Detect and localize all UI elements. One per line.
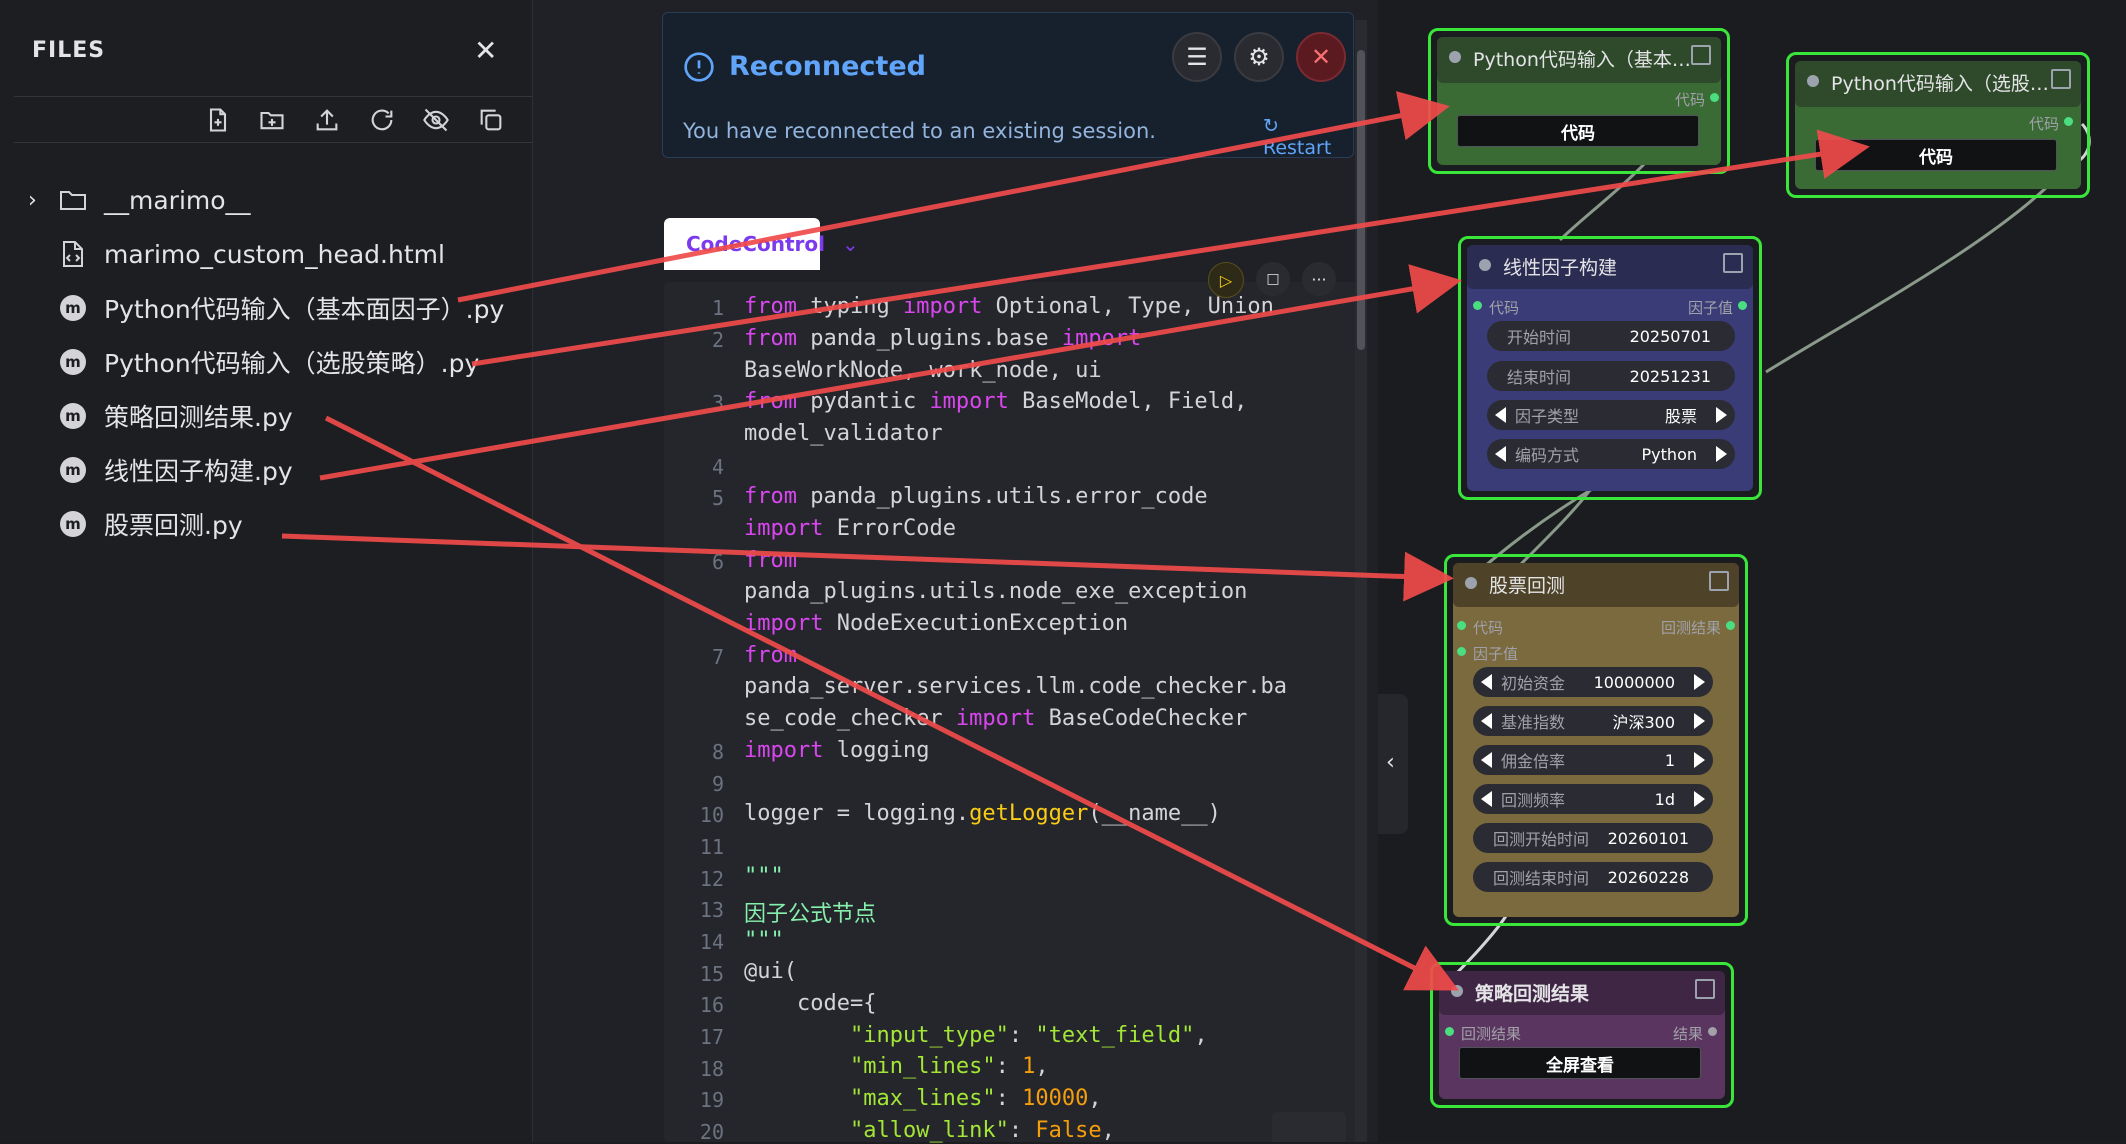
- node-title: 策略回测结果: [1475, 983, 1590, 1005]
- factor-type-select[interactable]: 因子类型 股票: [1487, 400, 1735, 430]
- node-title: Python代码输入（基本…: [1473, 49, 1691, 71]
- port-label: 代码: [2028, 115, 2059, 133]
- input-port[interactable]: [1445, 1027, 1454, 1036]
- frequency-select[interactable]: 回测频率 1d: [1473, 784, 1713, 814]
- output-port[interactable]: [1738, 301, 1747, 310]
- node-title: 线性因子构建: [1503, 257, 1618, 279]
- node-linear-factor[interactable]: 线性因子构建 代码 因子值 开始时间 20250701 结束时间 20251231 …: [1458, 236, 1762, 500]
- edit-icon[interactable]: [2051, 69, 2071, 89]
- output-port[interactable]: [1726, 621, 1735, 630]
- end-date-field[interactable]: 结束时间 20251231: [1487, 361, 1735, 391]
- encoding-select[interactable]: 编码方式 Python: [1487, 439, 1735, 469]
- node-stock-backtest[interactable]: 股票回测 代码 因子值 回测结果 初始资金 10000000 基准指数 沪深300 …: [1444, 554, 1748, 926]
- port-label: 因子值: [1473, 645, 1519, 663]
- edit-icon[interactable]: [1695, 979, 1715, 999]
- edit-icon[interactable]: [1723, 253, 1743, 273]
- node-backtest-result[interactable]: 策略回测结果 回测结果 结果 全屏查看: [1430, 962, 1734, 1108]
- output-port[interactable]: [2064, 117, 2073, 126]
- port-label: 回测结果: [1660, 619, 1721, 637]
- output-port[interactable]: [1708, 1027, 1717, 1036]
- start-date-field[interactable]: 开始时间 20250701: [1487, 321, 1735, 351]
- input-port[interactable]: [1457, 647, 1466, 656]
- port-label: 结果: [1672, 1025, 1703, 1043]
- port-label: 代码: [1674, 91, 1705, 109]
- node-title: 股票回测: [1489, 575, 1566, 597]
- port-label: 回测结果: [1461, 1025, 1522, 1043]
- benchmark-select[interactable]: 基准指数 沪深300: [1473, 706, 1713, 736]
- code-button[interactable]: 代码: [1457, 115, 1699, 147]
- code-button[interactable]: 代码: [1815, 139, 2057, 171]
- port-label: 代码: [1473, 619, 1504, 637]
- port-label: 因子值: [1687, 299, 1733, 317]
- node-python-fundamental[interactable]: Python代码输入（基本… 代码 代码: [1428, 28, 1730, 174]
- port-label: 代码: [1489, 299, 1520, 317]
- initial-capital-field[interactable]: 初始资金 10000000: [1473, 667, 1713, 697]
- backtest-end-field[interactable]: 回测结束时间 20260228: [1473, 862, 1713, 892]
- input-port[interactable]: [1457, 621, 1466, 630]
- edit-icon[interactable]: [1709, 571, 1729, 591]
- output-port[interactable]: [1710, 93, 1719, 102]
- fullscreen-button[interactable]: 全屏查看: [1459, 1047, 1701, 1079]
- node-title: Python代码输入（选股…: [1831, 73, 2049, 95]
- input-port[interactable]: [1473, 301, 1482, 310]
- backtest-start-field[interactable]: 回测开始时间 20260101: [1473, 823, 1713, 853]
- edit-icon[interactable]: [1691, 45, 1711, 65]
- commission-field[interactable]: 佣金倍率 1: [1473, 745, 1713, 775]
- node-python-strategy[interactable]: Python代码输入（选股… 代码 代码: [1786, 52, 2090, 198]
